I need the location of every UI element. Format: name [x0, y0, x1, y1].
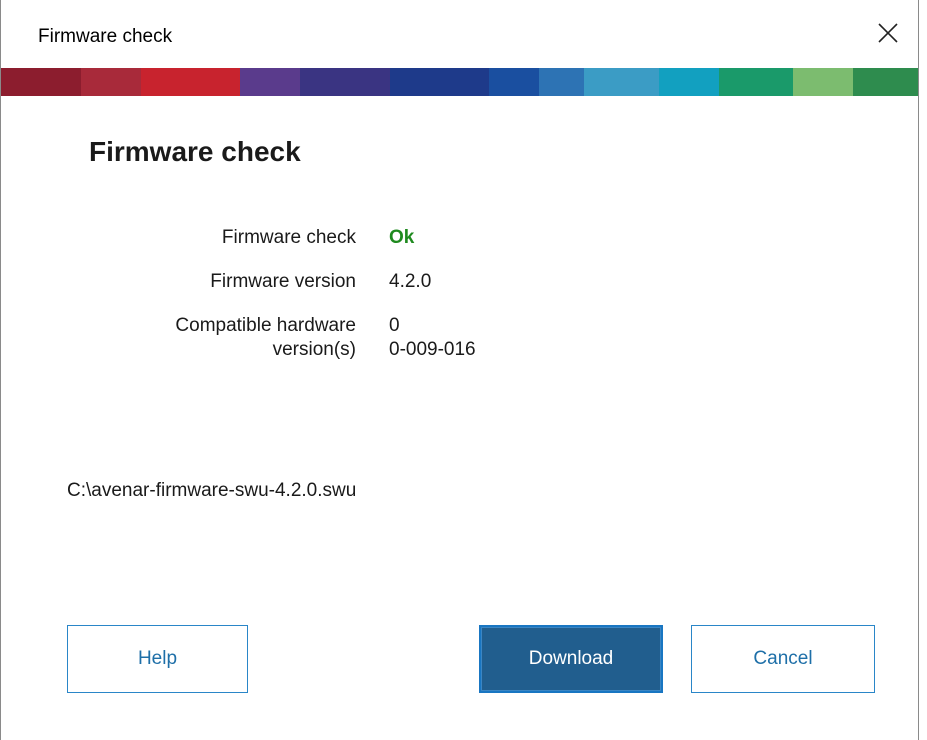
color-bar-segment [140, 68, 241, 96]
window-title: Firmware check [38, 26, 173, 47]
color-bar-segment [853, 68, 918, 96]
firmware-check-status: Ok [389, 227, 415, 248]
firmware-file-path: C:\avenar-firmware-swu-4.2.0.swu [67, 480, 357, 501]
firmware-check-dialog: Firmware check Firmware check Firmware c… [0, 0, 919, 740]
color-bar-segment [584, 68, 659, 96]
brand-color-bar [1, 68, 918, 96]
color-bar-segment [1, 68, 81, 96]
color-bar-segment [793, 68, 854, 96]
help-button-label: Help [137, 648, 178, 669]
download-button-label: Download [528, 648, 614, 669]
compatible-hardware-label-line1: Compatible hardware [175, 315, 356, 336]
color-bar-segment [658, 68, 719, 96]
page-heading: Firmware check [89, 136, 301, 167]
color-bar-segment [300, 68, 390, 96]
color-bar-segment [718, 68, 794, 96]
color-bar-segment [240, 68, 300, 96]
firmware-version-label: Firmware version [210, 271, 356, 292]
color-bar-segment [389, 68, 490, 96]
firmware-version-value: 4.2.0 [389, 271, 432, 292]
download-button[interactable]: Download [479, 625, 663, 693]
cancel-button-label: Cancel [753, 648, 813, 669]
color-bar-segment [539, 68, 585, 96]
color-bar-segment [80, 68, 141, 96]
title-bar: Firmware check [1, 0, 918, 68]
color-bar-segment [489, 68, 540, 96]
cancel-button[interactable]: Cancel [691, 625, 875, 693]
firmware-check-label: Firmware check [221, 227, 356, 248]
compatible-hardware-label-line2: version(s) [272, 339, 356, 360]
close-icon [878, 22, 898, 48]
close-button[interactable] [858, 6, 918, 64]
compatible-hardware-value-line1: 0 [389, 315, 400, 336]
compatible-hardware-value-line2: 0-009-016 [389, 339, 476, 360]
help-button[interactable]: Help [67, 625, 248, 693]
